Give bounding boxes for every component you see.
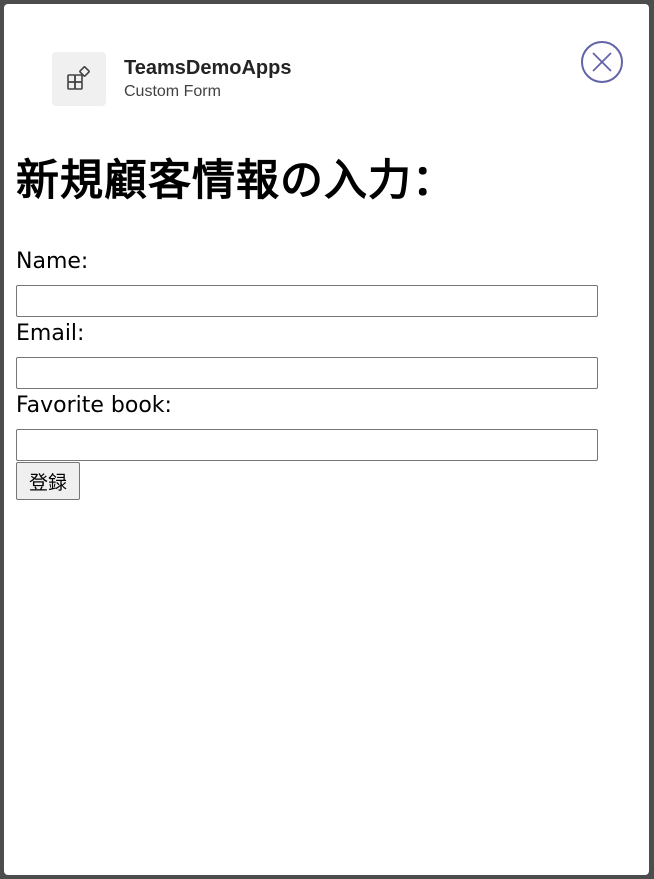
app-titles: TeamsDemoApps Custom Form — [124, 55, 291, 103]
email-field[interactable] — [16, 357, 598, 389]
submit-button[interactable]: 登録 — [16, 462, 80, 500]
name-field[interactable] — [16, 285, 598, 317]
close-icon — [592, 52, 612, 72]
app-name: TeamsDemoApps — [124, 57, 292, 79]
email-label: Email: — [16, 321, 85, 346]
favorite-book-field[interactable] — [16, 429, 598, 461]
app-header: TeamsDemoApps Custom Form — [52, 52, 291, 106]
name-label: Name: — [16, 249, 89, 274]
form-title: 新規顧客情報の入力： — [16, 156, 456, 206]
app-subtitle: Custom Form — [124, 83, 221, 100]
favorite-book-label: Favorite book: — [16, 393, 172, 418]
task-module-dialog: TeamsDemoApps Custom Form 新規顧客情報の入力： Nam… — [4, 4, 649, 875]
close-button[interactable] — [581, 41, 623, 83]
apps-icon — [52, 52, 106, 106]
